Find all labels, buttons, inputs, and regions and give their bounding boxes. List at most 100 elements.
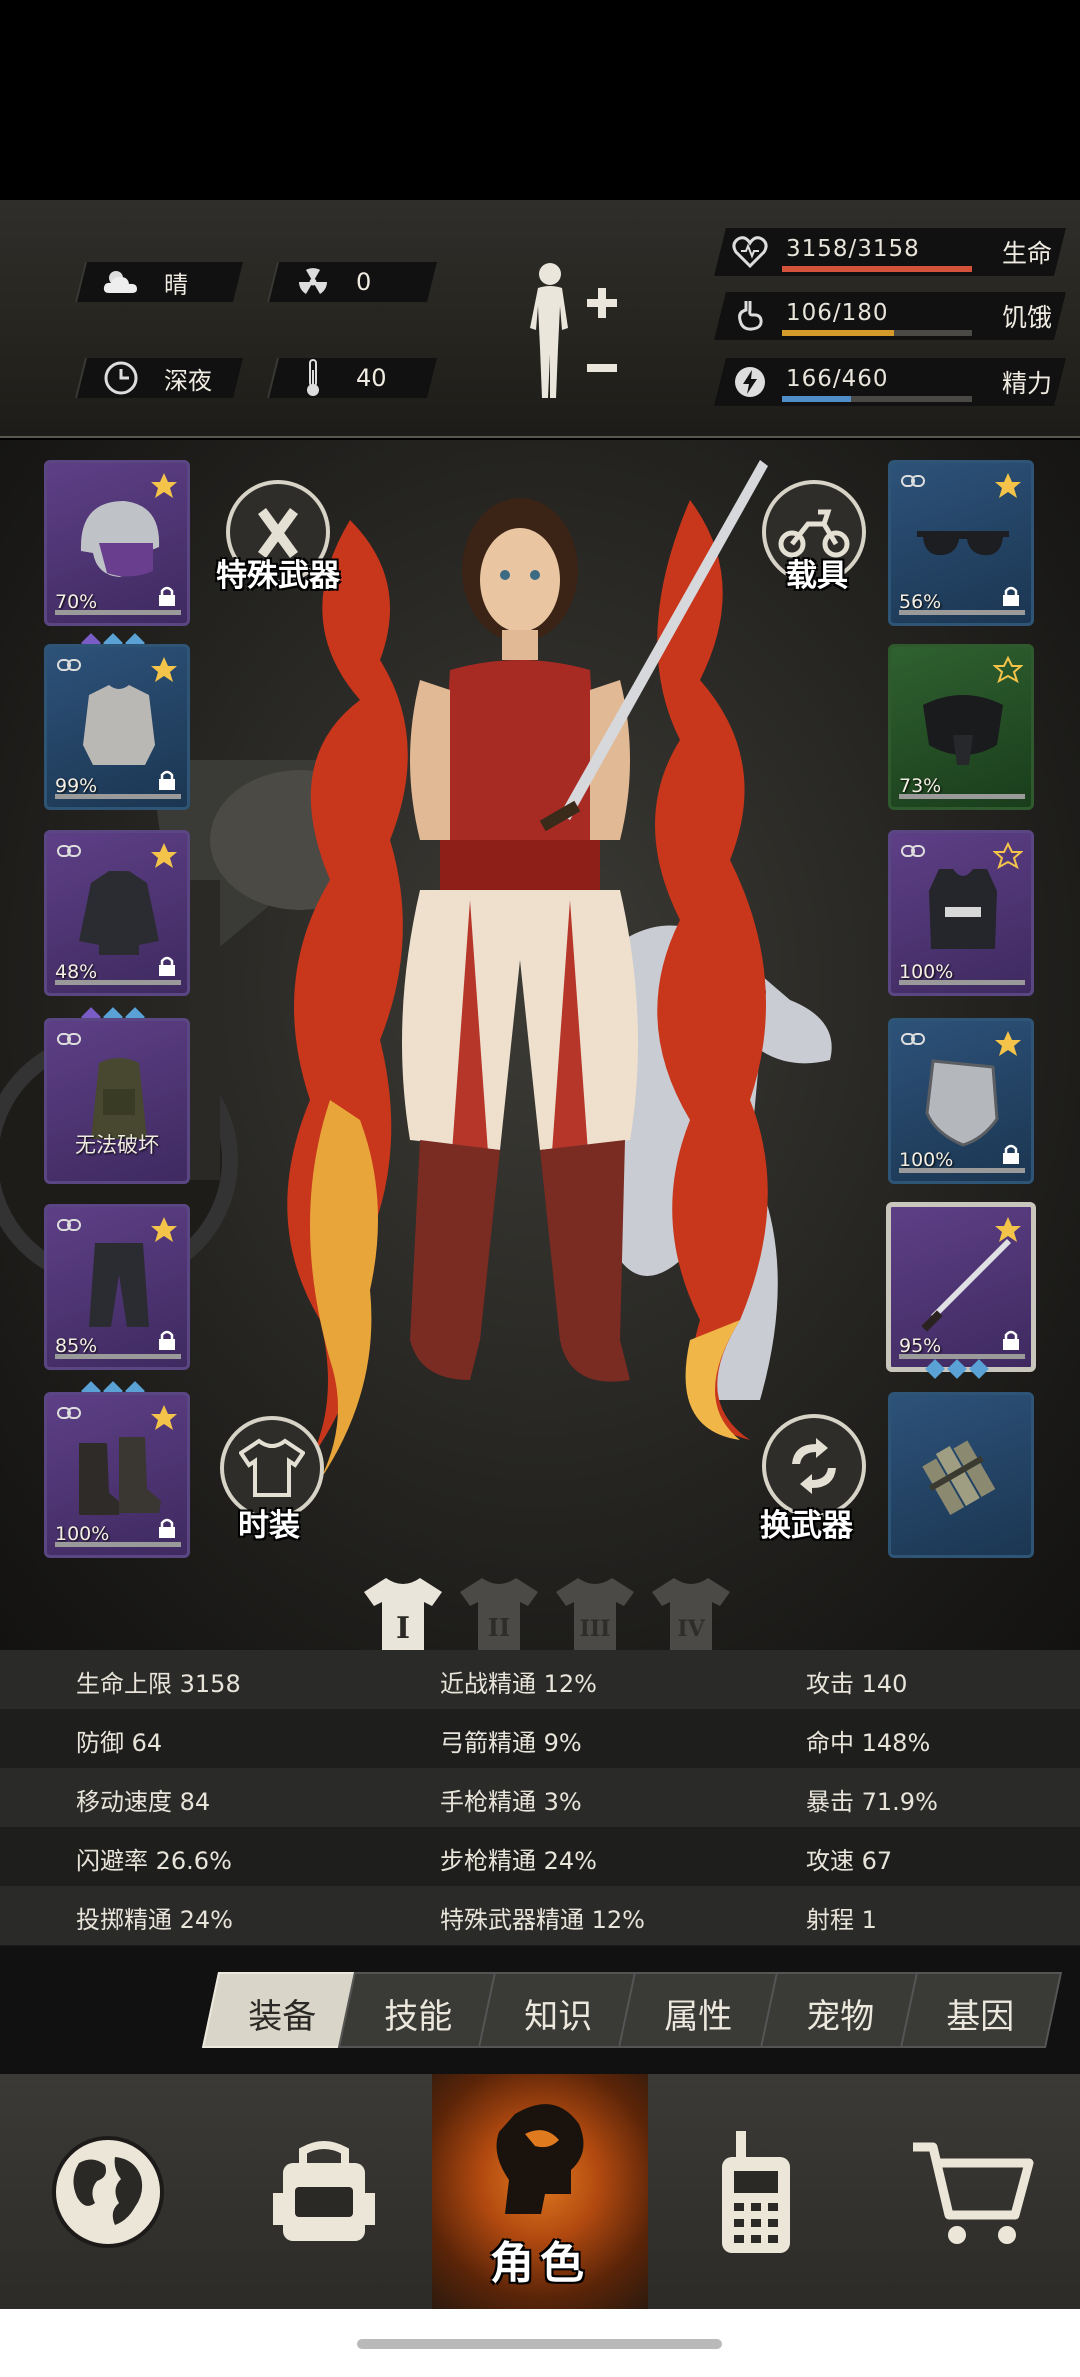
equip-slot-weapon[interactable]: 95% xyxy=(886,1202,1036,1372)
tab-knowledge[interactable]: 知识 xyxy=(477,1972,641,2048)
stat-max-hp: 生命上限 3158 xyxy=(76,1670,241,1698)
character-scene: 70% 99% 48% 无法破坏 85% 100% 56% 73% 100% 1… xyxy=(0,440,1080,1650)
radiation-icon xyxy=(292,262,334,302)
cloud-sun-icon xyxy=(100,262,142,302)
nav-radio[interactable] xyxy=(648,2074,864,2309)
gas-mask-icon xyxy=(923,695,1003,765)
home-indicator[interactable] xyxy=(357,2339,722,2349)
special-weapon-label[interactable]: 特殊武器 xyxy=(216,550,340,595)
shirt-icon xyxy=(83,685,155,765)
outfit-tab-2[interactable]: II xyxy=(458,1572,540,1654)
slot-durability-bar xyxy=(899,610,1025,615)
police-vest-icon xyxy=(929,869,997,949)
helmet-icon xyxy=(80,501,160,577)
star-icon xyxy=(149,1215,179,1245)
star-icon xyxy=(993,1215,1023,1245)
nav-world-map[interactable] xyxy=(0,2074,216,2309)
stat-attack: 攻击 140 xyxy=(806,1670,908,1698)
katana-icon xyxy=(921,1239,1011,1332)
equip-slot-helmet[interactable]: 70% xyxy=(44,460,190,626)
stat-attack-speed: 攻速 67 xyxy=(806,1847,893,1875)
stats-row: 闪避率 26.6% 步枪精通 24% 攻速 67 xyxy=(0,1827,1080,1886)
stats-row: 生命上限 3158 近战精通 12% 攻击 140 xyxy=(0,1650,1080,1709)
swap-arrows-icon xyxy=(792,1438,836,1494)
nav-character[interactable]: 角色 xyxy=(432,2074,648,2309)
tab-pets[interactable]: 宠物 xyxy=(759,1972,923,2048)
lightning-icon xyxy=(732,364,768,400)
equip-slot-shirt[interactable]: 99% xyxy=(44,644,190,810)
equip-slot-jacket[interactable]: 48% xyxy=(44,830,190,996)
star-outline-icon xyxy=(992,841,1024,871)
equip-slot-shield[interactable]: 100% xyxy=(888,1018,1034,1184)
time-chip: 深夜 xyxy=(75,358,243,398)
cart-icon xyxy=(913,2142,1034,2244)
tab-genes[interactable]: 基因 xyxy=(899,1972,1063,2048)
hunger-value: 106/180 xyxy=(786,300,889,326)
pants-icon xyxy=(89,1243,149,1327)
stat-dodge: 闪避率 26.6% xyxy=(76,1847,232,1875)
link-icon xyxy=(57,657,81,671)
body-health-icon[interactable] xyxy=(520,258,630,408)
equip-slot-vest[interactable]: 100% xyxy=(888,830,1034,996)
stat-melee-mastery: 近战精通 12% xyxy=(440,1670,597,1698)
star-icon xyxy=(149,1403,179,1433)
globe-icon xyxy=(52,2135,164,2248)
tab-attributes[interactable]: 属性 xyxy=(617,1972,781,2048)
stat-special-weapon-mastery: 特殊武器精通 12% xyxy=(440,1906,645,1934)
outfit-tab-4[interactable]: IV xyxy=(650,1572,732,1654)
equip-slot-boots[interactable]: 100% xyxy=(44,1392,190,1558)
stats-row: 防御 64 弓箭精通 9% 命中 148% xyxy=(0,1709,1080,1768)
nav-shop[interactable] xyxy=(864,2074,1080,2309)
tshirt-icon xyxy=(239,1438,305,1497)
slot-durability-bar xyxy=(899,794,1025,799)
lock-icon xyxy=(157,1517,177,1539)
outfit-tab-3[interactable]: III xyxy=(554,1572,636,1654)
slot-durability-bar xyxy=(55,1354,181,1359)
weather-value: 晴 xyxy=(164,270,188,299)
equip-slot-glasses[interactable]: 56% xyxy=(888,460,1034,626)
svg-text:III: III xyxy=(580,1616,611,1642)
stat-crit: 暴击 71.9% xyxy=(806,1788,938,1816)
nav-character-label: 角色 xyxy=(490,2238,590,2289)
stat-range: 射程 1 xyxy=(806,1906,877,1934)
temperature-chip: 40 xyxy=(267,358,437,398)
equip-slot-throwable[interactable] xyxy=(888,1392,1034,1558)
slot-durability-bar xyxy=(55,1542,181,1547)
tab-skills[interactable]: 技能 xyxy=(337,1972,501,2048)
link-icon xyxy=(901,843,925,857)
health-bar: 3158/3158 生命 xyxy=(714,228,1066,276)
vehicle-label[interactable]: 载具 xyxy=(786,550,848,595)
star-icon xyxy=(149,471,179,501)
gem-icon xyxy=(925,1359,945,1379)
equip-slot-backpack[interactable]: 无法破坏 xyxy=(44,1018,190,1184)
stats-table: 生命上限 3158 近战精通 12% 攻击 140 防御 64 弓箭精通 9% … xyxy=(0,1650,1080,1946)
radiation-value: 0 xyxy=(356,268,372,296)
vital-fill xyxy=(782,396,851,402)
nav-inventory[interactable] xyxy=(216,2074,432,2309)
svg-text:I: I xyxy=(396,1611,410,1646)
explosive-bundle-icon xyxy=(922,1440,996,1515)
weather-chip: 晴 xyxy=(75,262,243,302)
slot-durability-bar xyxy=(899,1168,1025,1173)
shield-icon xyxy=(925,1059,999,1147)
hunger-label: 饥饿 xyxy=(1001,303,1052,332)
energy-bar: 166/460 精力 xyxy=(714,358,1066,406)
clock-icon xyxy=(100,358,142,398)
weapon-gems xyxy=(925,1359,1008,1379)
slot-durability-bar xyxy=(899,1354,1025,1359)
equip-slot-mask[interactable]: 73% xyxy=(888,644,1034,810)
stat-throw-mastery: 投掷精通 24% xyxy=(76,1906,233,1934)
switch-weapon-label[interactable]: 换武器 xyxy=(760,1500,853,1545)
thermometer-icon xyxy=(292,358,334,398)
radio-icon xyxy=(722,2130,790,2253)
outfit-tab-1[interactable]: I xyxy=(362,1572,444,1654)
lock-icon xyxy=(157,955,177,977)
equip-slot-pants[interactable]: 85% xyxy=(44,1204,190,1370)
star-outline-icon xyxy=(992,655,1024,685)
lock-icon xyxy=(1001,585,1021,607)
fashion-label[interactable]: 时装 xyxy=(238,1500,300,1545)
energy-label: 精力 xyxy=(1001,369,1052,398)
gem-icon xyxy=(947,1359,967,1379)
character-tabs: 装备 技能 知识 属性 宠物 基因 xyxy=(0,1946,1080,2074)
character-icon xyxy=(496,2104,584,2214)
